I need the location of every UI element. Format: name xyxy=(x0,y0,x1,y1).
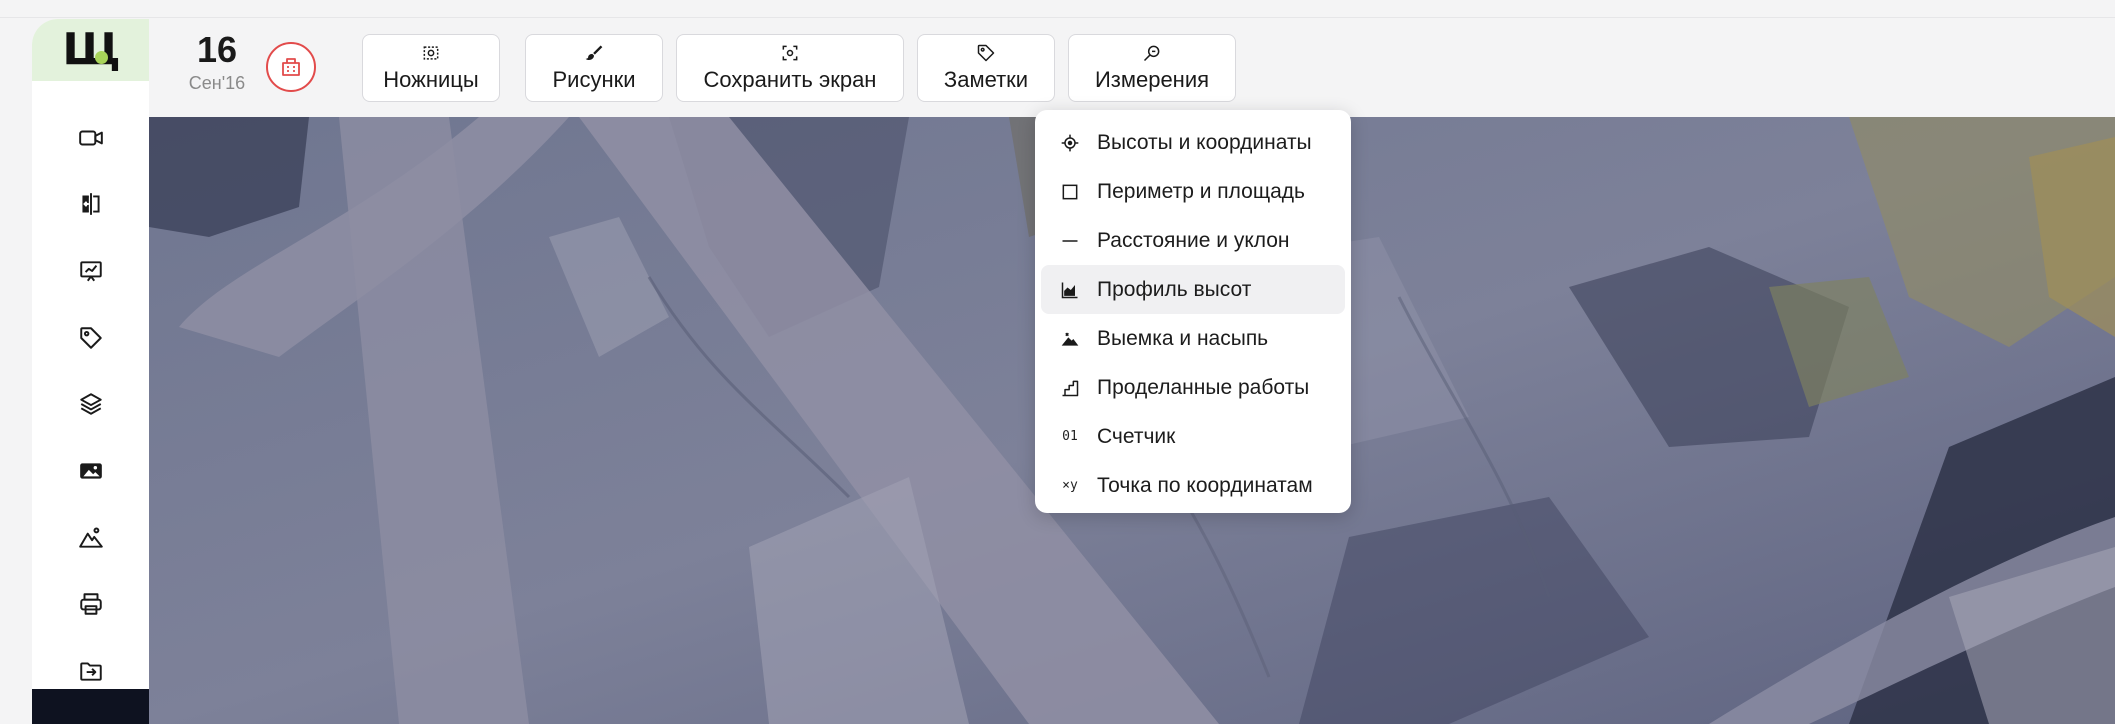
sidebar-item-terrain[interactable] xyxy=(32,506,149,570)
drawings-label: Рисунки xyxy=(552,67,636,92)
alert-button[interactable] xyxy=(266,42,316,92)
measurements-label: Измерения xyxy=(1094,67,1210,92)
screenshot-icon xyxy=(782,45,798,61)
area-chart-icon xyxy=(1061,282,1078,298)
toolbar: 16 Сен'16 Ножницы Рисунки Сохранить экра… xyxy=(149,19,2115,117)
logo-dot xyxy=(95,51,108,64)
menu-item-counter[interactable]: 01 Счетчик xyxy=(1041,412,1345,461)
scissors-frame-icon xyxy=(423,46,439,60)
sidebar-footer xyxy=(32,689,149,724)
measurements-button[interactable]: Измерения xyxy=(1068,34,1236,102)
notes-label: Заметки xyxy=(943,67,1029,92)
scissors-button[interactable]: Ножницы xyxy=(362,34,500,102)
measurements-menu: Высоты и координаты Периметр и площадь Р… xyxy=(1035,110,1351,513)
menu-item-label: Точка по координатам xyxy=(1097,473,1313,497)
presentation-chart-icon xyxy=(79,261,102,282)
crosshair-icon xyxy=(1061,134,1079,151)
date-month: Сен'16 xyxy=(188,72,246,93)
sidebar-item-layers[interactable] xyxy=(32,372,149,436)
tag-icon xyxy=(79,327,102,349)
save-screen-label: Сохранить экран xyxy=(703,67,877,92)
date-day: 16 xyxy=(196,29,238,70)
menu-item-elevation-profile[interactable]: Профиль высот xyxy=(1041,265,1345,314)
notes-button[interactable]: Заметки xyxy=(917,34,1055,102)
sidebar: Щ xyxy=(32,19,149,724)
steps-icon xyxy=(1062,380,1079,396)
drawings-button[interactable]: Рисунки xyxy=(525,34,663,102)
tag-icon xyxy=(977,44,995,62)
compare-icon xyxy=(81,193,100,215)
sidebar-item-images[interactable] xyxy=(32,439,149,503)
sidebar-item-tags[interactable] xyxy=(32,306,149,370)
menu-item-distance-slope[interactable]: Расстояние и уклон xyxy=(1041,216,1345,265)
menu-item-heights-coords[interactable]: Высоты и координаты xyxy=(1041,118,1345,167)
image-icon xyxy=(79,463,102,479)
layers-icon xyxy=(79,393,102,415)
video-camera-icon xyxy=(78,130,103,146)
brush-icon xyxy=(585,45,603,60)
menu-item-point-by-coords[interactable]: ×y Точка по координатам xyxy=(1041,461,1345,510)
menu-item-label: Периметр и площадь xyxy=(1097,179,1305,203)
app-logo[interactable]: Щ xyxy=(32,19,149,81)
sidebar-item-compare[interactable] xyxy=(32,172,149,236)
menu-item-label: Выемка и насыпь xyxy=(1097,326,1269,350)
menu-item-completed-works[interactable]: Проделанные работы xyxy=(1041,363,1345,412)
menu-item-label: Профиль высот xyxy=(1097,277,1252,301)
sidebar-item-presentation[interactable] xyxy=(32,239,149,303)
folder-import-icon xyxy=(79,662,102,681)
line-icon xyxy=(1062,239,1078,242)
xy-icon: ×y xyxy=(1062,478,1078,493)
menu-item-label: Счетчик xyxy=(1097,424,1176,448)
square-icon xyxy=(1062,184,1078,199)
logo-glyph: Щ xyxy=(62,24,120,75)
pile-icon xyxy=(1061,332,1079,346)
mountain-icon xyxy=(78,527,103,548)
menu-item-perimeter-area[interactable]: Периметр и площадь xyxy=(1041,167,1345,216)
scissors-label: Ножницы xyxy=(383,67,479,92)
date-selector[interactable]: 16 Сен'16 xyxy=(179,31,255,94)
building-alert-icon xyxy=(282,58,300,76)
menu-item-label: Высоты и координаты xyxy=(1097,130,1312,154)
counter-icon: 01 xyxy=(1062,429,1078,444)
menu-item-cut-fill[interactable]: Выемка и насыпь xyxy=(1041,314,1345,363)
printer-icon xyxy=(79,593,102,615)
sidebar-item-print[interactable] xyxy=(32,572,149,636)
measure-search-icon xyxy=(1143,45,1160,62)
sidebar-item-video[interactable] xyxy=(32,106,149,170)
save-screen-button[interactable]: Сохранить экран xyxy=(676,34,904,102)
window-top-strip xyxy=(0,0,2115,18)
menu-item-label: Расстояние и уклон xyxy=(1097,228,1290,252)
menu-item-label: Проделанные работы xyxy=(1097,375,1310,399)
app-window: Щ 16 Сен'16 Ножницы Рисунки Сохранить эк… xyxy=(32,19,2115,724)
